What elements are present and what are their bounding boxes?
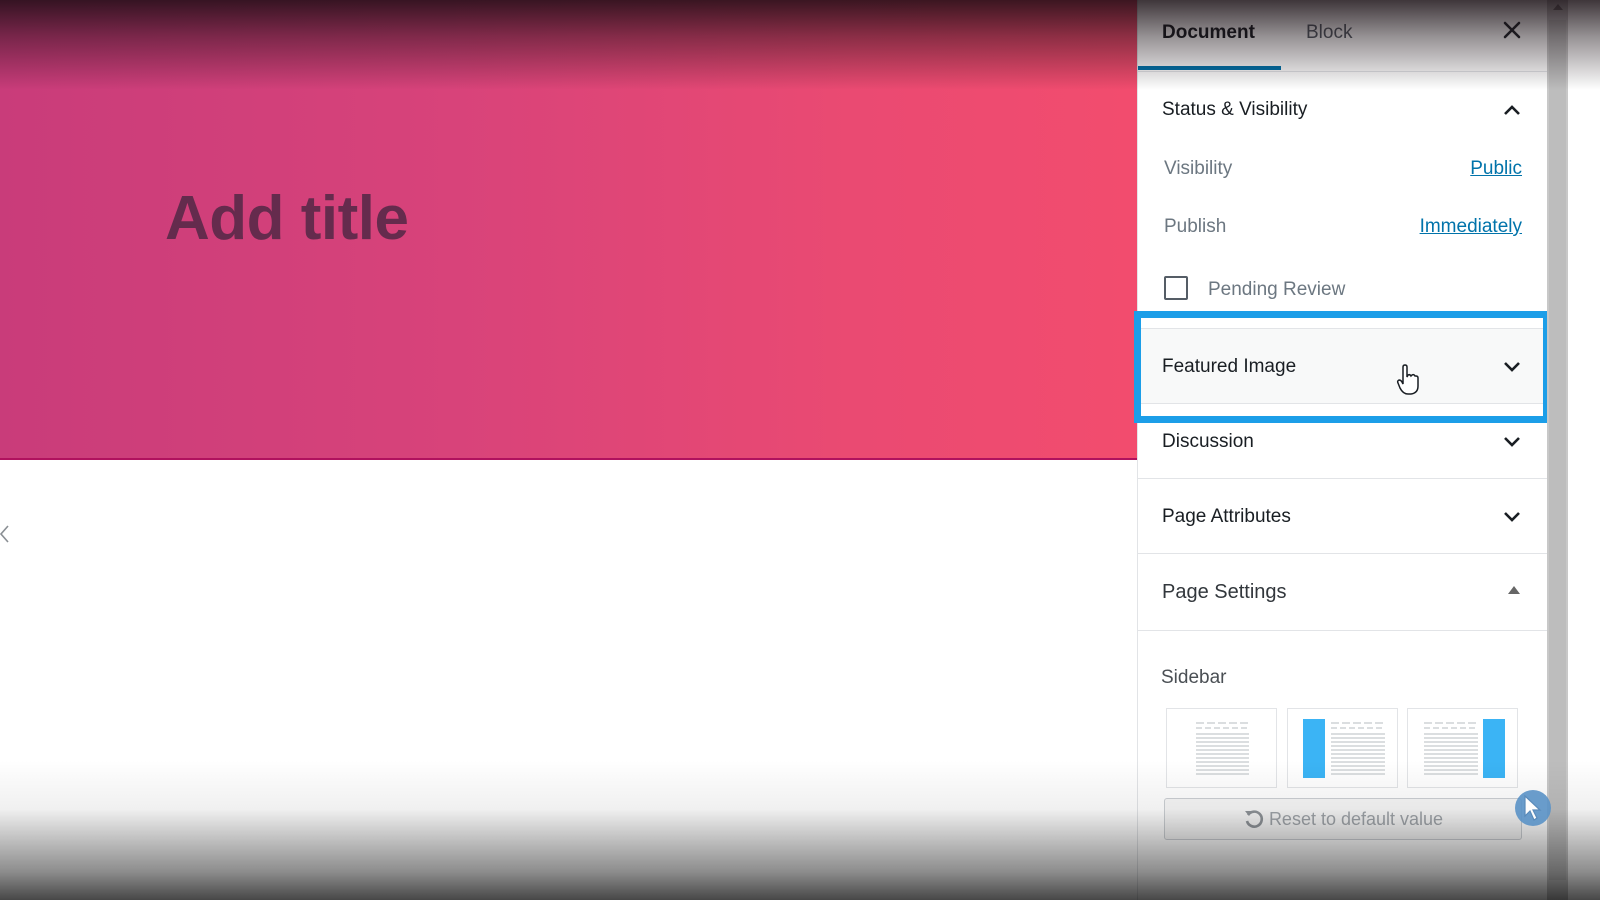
chevron-up-icon[interactable] [1502,103,1522,117]
settings-sidebar: Document Block Status & Visibility Visib… [1137,0,1548,900]
editor-canvas: Add title [0,0,1137,900]
tab-block[interactable]: Block [1306,22,1352,44]
publish-label: Publish [1164,216,1227,237]
wordpress-editor: Add title Document Block Status & Visibi… [0,0,1600,900]
reset-label: Reset to default value [1268,808,1444,829]
publish-link[interactable]: Immediately [1420,216,1522,238]
panel-title[interactable]: Featured Image [1162,356,1296,378]
pending-review-label[interactable]: Pending Review [1208,279,1345,301]
panel-page-attributes[interactable]: Page Attributes [1138,479,1548,554]
panel-discussion[interactable]: Discussion [1138,404,1548,479]
panel-title[interactable]: Page Settings [1162,581,1287,604]
visibility-label: Visibility [1164,158,1233,179]
layout-option-right-sidebar[interactable] [1407,708,1518,788]
post-title-input[interactable]: Add title [165,183,409,254]
sidebar-tabs: Document Block [1138,0,1548,72]
scroll-up-arrow-icon[interactable] [1553,4,1563,10]
scrollbar-thumb[interactable] [1549,20,1566,880]
undo-icon [1244,810,1263,828]
close-icon [1503,21,1521,39]
close-sidebar-button[interactable] [1500,18,1524,42]
layout-option-left-sidebar[interactable] [1287,708,1398,788]
panel-featured-image[interactable]: Featured Image [1138,328,1548,404]
panel-title[interactable]: Page Attributes [1162,506,1291,528]
panel-page-settings[interactable]: Page Settings [1138,554,1548,631]
triangle-up-icon[interactable] [1508,586,1520,594]
sidebar-layout-label: Sidebar [1161,667,1227,688]
layout-option-no-sidebar[interactable] [1166,708,1277,788]
reset-default-button[interactable]: Reset to default value [1164,798,1522,840]
window-gutter [1568,0,1600,900]
cover-block[interactable]: Add title [0,0,1137,460]
panel-status-visibility: Status & Visibility Visibility Public Pu… [1138,72,1548,328]
recorder-cursor-badge-icon [1515,790,1551,826]
chevron-left-icon[interactable] [0,524,12,546]
pending-review-checkbox[interactable] [1164,276,1188,300]
active-tab-indicator [1138,66,1281,70]
chevron-down-icon[interactable] [1502,360,1522,374]
panel-title[interactable]: Status & Visibility [1162,99,1307,121]
visibility-link[interactable]: Public [1470,158,1522,180]
tab-document[interactable]: Document [1162,22,1255,44]
panel-title[interactable]: Discussion [1162,431,1254,453]
chevron-down-icon[interactable] [1502,435,1522,449]
chevron-down-icon[interactable] [1502,510,1522,524]
